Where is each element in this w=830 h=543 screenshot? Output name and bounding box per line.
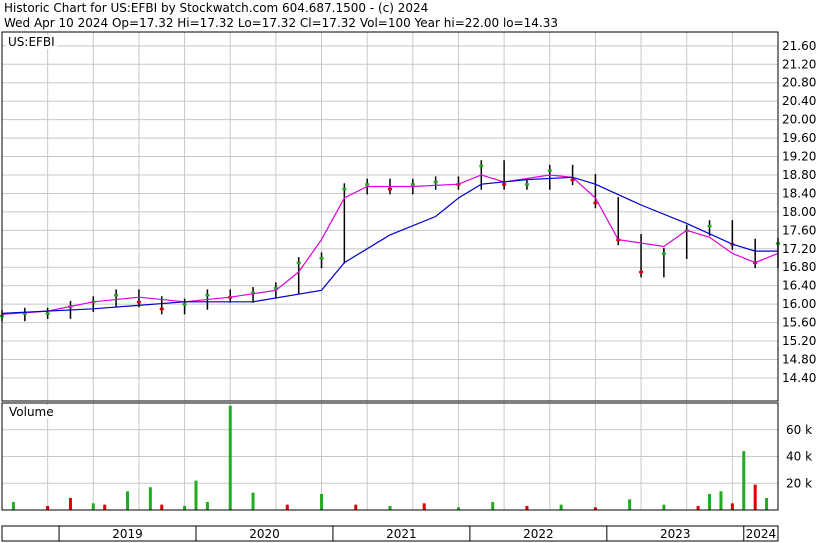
price-tick-label: 20.40 [782,94,816,108]
volume-bar [91,503,95,510]
volume-bar [320,493,324,510]
volume-bar [103,504,107,510]
price-close-mark [524,183,529,186]
volume-bar [696,505,700,510]
price-tick-label: 19.60 [782,131,816,145]
volume-bar [388,505,392,510]
price-tick-label: 15.60 [782,316,816,330]
price-tick-label: 16.40 [782,279,816,293]
ma-short-line [1,174,779,315]
volume-bar [628,499,632,510]
price-tick-label: 16.80 [782,260,816,274]
price-close-mark [342,187,347,191]
volume-bar [491,501,495,510]
volume-bar [126,491,130,510]
price-panel-label: US:EFBI [6,35,57,49]
price-close-mark [114,293,119,297]
axis-labels: 14.40 14.80 15.20 15.60 16.00 16.40 16.80 17.20… [112,39,816,541]
price-close-mark [433,180,438,184]
price-bars [0,160,780,322]
price-close-mark [707,224,712,228]
price-tick-label: 14.40 [782,371,816,385]
price-tick-label: 15.20 [782,334,816,348]
volume-bar [559,504,563,510]
year-label: 2024 [746,527,777,541]
volume-bar [354,504,358,510]
year-label: 2022 [523,527,554,541]
price-tick-label: 18.80 [782,168,816,182]
grid [1,32,779,510]
price-close-mark [388,187,392,191]
stock-chart: 14.40 14.80 15.20 15.60 16.00 16.40 16.80 17.20… [0,31,816,542]
price-tick-label: 17.60 [782,223,816,237]
volume-panel-label: Volume [7,405,56,419]
volume-bar [765,497,769,510]
volume-bar [662,504,666,510]
ma-long-line [1,176,778,314]
price-close-mark [319,257,324,260]
year-label: 2023 [660,527,691,541]
price-close-mark [661,252,666,255]
price-tick-label: 20.00 [782,113,816,127]
price-close-mark [45,312,50,315]
price-tick-label: 20.80 [782,76,816,90]
volume-tick-label: 20 k [786,476,812,490]
price-tick-label: 16.00 [782,297,816,311]
price-panel-border [1,31,779,402]
price-close-mark [182,303,187,306]
volume-bar [148,487,152,510]
volume-bar [753,484,757,510]
volume-bar [46,505,50,510]
volume-tick-label: 40 k [786,450,812,464]
price-close-mark [205,293,210,297]
price-close-mark [593,201,598,205]
price-close-mark [365,183,370,186]
volume-bar [251,492,255,510]
volume-bar [160,504,164,510]
volume-bar [285,504,289,510]
volume-bar [719,491,723,510]
price-tick-label: 18.00 [782,205,816,219]
volume-bar [228,405,232,510]
volume-bar [525,505,529,510]
volume-bar [742,451,746,510]
year-label: 2021 [386,527,417,541]
price-close-mark [502,183,507,186]
price-tick-label: 21.20 [782,57,816,71]
year-label: 2019 [112,527,143,541]
price-close-mark [547,169,552,172]
volume-tick-label: 60 k [786,423,812,437]
volume-bar [422,503,426,510]
year-label: 2020 [249,527,280,541]
chart-frame [1,31,779,542]
volume-bar [730,503,734,510]
moving-averages [1,174,779,315]
price-tick-label: 19.20 [782,150,816,164]
price-close-mark [159,307,164,311]
price-tick-label: 21.60 [782,39,816,53]
volume-bars [11,405,769,510]
price-tick-label: 18.40 [782,186,816,200]
volume-bar [11,501,15,510]
volume-bar [194,480,198,510]
price-close-mark [479,164,484,168]
volume-bar [68,497,72,510]
volume-bar [205,501,209,510]
price-close-mark [296,261,301,265]
price-tick-label: 17.20 [782,242,816,256]
price-tick-label: 14.80 [782,352,816,366]
price-close-mark [639,270,644,274]
price-close-mark [410,183,415,186]
volume-bar [708,493,712,510]
volume-bar [183,505,187,510]
price-close-mark [136,300,141,304]
